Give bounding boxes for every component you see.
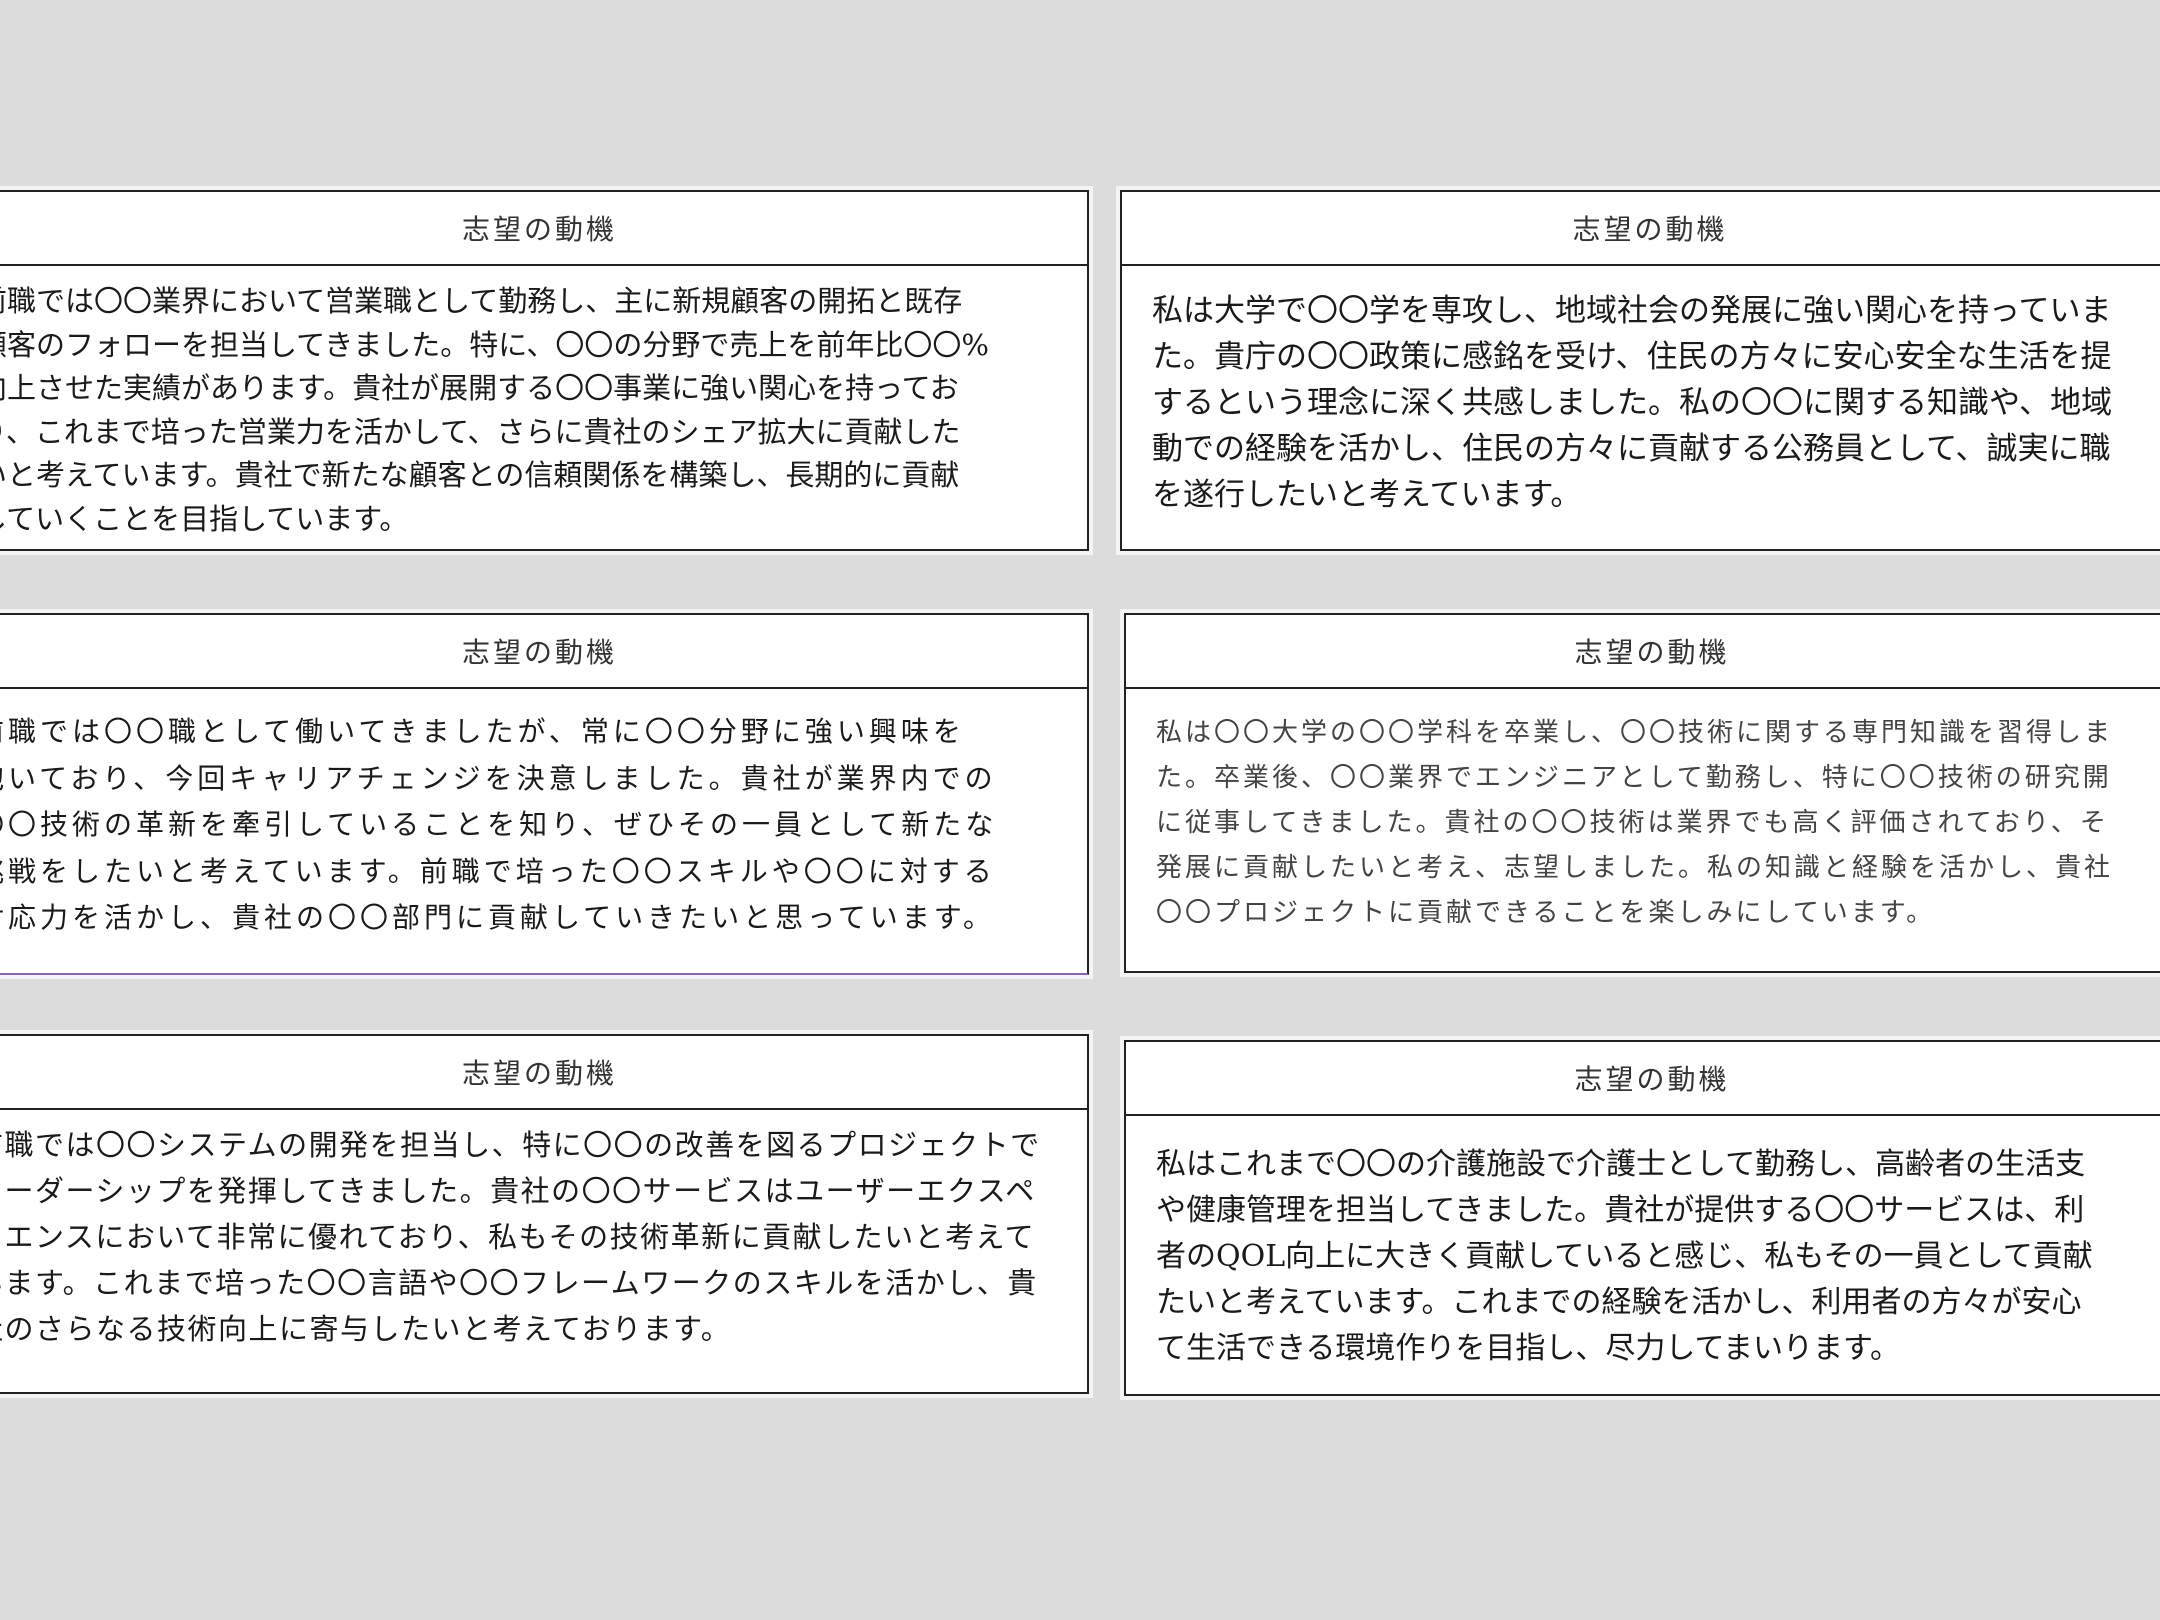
text-line: 抱いており、今回キャリアチェンジを決意しました。貴社が業界内での bbox=[0, 761, 997, 795]
text-line: 発展に貢献したいと考え、志望しました。私の知識と経験を活かし、貴社 bbox=[1156, 853, 2114, 883]
text-line: リエンスにおいて非常に優れており、私もその技術革新に貢献したいと考えて bbox=[0, 1220, 1036, 1254]
card-text: 前職では〇〇システムの開発を担当し、特に〇〇の改善を図るプロジェクトで リーダー… bbox=[0, 1110, 1087, 1352]
text-line: て生活できる環境作りを目指し、尽力してまいります。 bbox=[1156, 1331, 1900, 1366]
text-line: リーダーシップを発揮してきました。貴社の〇〇サービスはユーザーエクスペ bbox=[0, 1174, 1036, 1208]
card-title: 志望の動機 bbox=[1126, 615, 2160, 689]
text-line: 前職では〇〇職として働いてきましたが、常に〇〇分野に強い興味を bbox=[0, 715, 965, 748]
text-line: たいと考えています。これまでの経験を活かし、利用者の方々が安心 bbox=[1156, 1285, 2082, 1320]
card-text: 私は〇〇大学の〇〇学科を卒業し、〇〇技術に関する専門知識を習得しま た。卒業後、… bbox=[1126, 689, 2160, 936]
text-line: 私は大学で〇〇学を専攻し、地域社会の発展に強い関心を持っていま bbox=[1152, 293, 2112, 329]
text-line: 私は〇〇大学の〇〇学科を卒業し、〇〇技術に関する専門知識を習得しま bbox=[1156, 718, 2114, 748]
text-line: いと考えています。貴社で新たな顧客との信頼関係を構築し、長期的に貢献 bbox=[0, 458, 960, 492]
text-line: た。貴庁の〇〇政策に感銘を受け、住民の方々に安心安全な生活を提 bbox=[1152, 339, 2112, 375]
motivation-card-3: 志望の動機 前職では〇〇職として働いてきましたが、常に〇〇分野に強い興味を 抱い… bbox=[0, 613, 1089, 975]
text-line: していくことを目指しています。 bbox=[0, 501, 409, 536]
text-line: 顧客のフォローを担当してきました。特に、〇〇の分野で売上を前年比〇〇% bbox=[0, 327, 989, 362]
card-title: 志望の動機 bbox=[0, 192, 1087, 266]
motivation-card-5: 志望の動機 前職では〇〇システムの開発を担当し、特に〇〇の改善を図るプロジェクト… bbox=[0, 1034, 1089, 1394]
text-line: 私はこれまで〇〇の介護施設で介護士として勤務し、高齢者の生活支 bbox=[1156, 1147, 2086, 1182]
text-line: 〇〇プロジェクトに貢献できることを楽しみにしています。 bbox=[1156, 898, 1936, 928]
card-text: 私は大学で〇〇学を専攻し、地域社会の発展に強い関心を持っていま た。貴庁の〇〇政… bbox=[1122, 266, 2160, 518]
motivation-card-6: 志望の動機 私はこれまで〇〇の介護施設で介護士として勤務し、高齢者の生活支 や健… bbox=[1124, 1040, 2160, 1396]
text-line: います。これまで培った〇〇言語や〇〇フレームワークのスキルを活かし、貴 bbox=[0, 1266, 1038, 1300]
text-line: や健康管理を担当してきました。貴社が提供する〇〇サービスは、利 bbox=[1156, 1193, 2085, 1228]
text-line: 者のQOL向上に大きく貢献していると感じ、私もその一員として貢献 bbox=[1156, 1239, 2093, 1274]
card-text: 前職では〇〇職として働いてきましたが、常に〇〇分野に強い興味を 抱いており、今回… bbox=[0, 689, 1087, 942]
card-title: 志望の動機 bbox=[1126, 1042, 2160, 1116]
text-line: り、これまで培った営業力を活かして、さらに貴社のシェア拡大に貢献した bbox=[0, 414, 961, 449]
text-line: 前職では〇〇システムの開発を担当し、特に〇〇の改善を図るプロジェクトで bbox=[0, 1128, 1041, 1162]
text-line: 前職では〇〇業界において営業職として勤務し、主に新規顧客の開拓と既存 bbox=[0, 284, 963, 318]
text-line: 対応力を活かし、貴社の〇〇部門に貢献していきたいと思っています。 bbox=[0, 901, 995, 934]
text-line: 社のさらなる技術向上に寄与したいと考えております。 bbox=[0, 1312, 732, 1346]
card-text: 私はこれまで〇〇の介護施設で介護士として勤務し、高齢者の生活支 や健康管理を担当… bbox=[1126, 1116, 2160, 1372]
text-line: 向上させた実績があります。貴社が展開する〇〇事業に強い関心を持ってお bbox=[0, 371, 959, 405]
motivation-card-1: 志望の動機 前職では〇〇業界において営業職として勤務し、主に新規顧客の開拓と既存… bbox=[0, 190, 1089, 551]
text-line: 〇〇技術の革新を牽引していることを知り、ぜひその一員として新たな bbox=[0, 808, 998, 841]
text-line: 動での経験を活かし、住民の方々に貢献する公務員として、誠実に職 bbox=[1152, 431, 2111, 467]
text-line: に従事してきました。貴社の〇〇技術は業界でも高く評価されており、そ bbox=[1156, 808, 2109, 838]
text-line: するという理念に深く共感しました。私の〇〇に関する知識や、地域 bbox=[1152, 385, 2113, 421]
card-text: 前職では〇〇業界において営業職として勤務し、主に新規顧客の開拓と既存 顧客のフォ… bbox=[0, 266, 1087, 541]
card-title: 志望の動機 bbox=[1122, 192, 2160, 266]
text-line: 挑戦をしたいと考えています。前職で培った〇〇スキルや〇〇に対する bbox=[0, 854, 996, 888]
card-title: 志望の動機 bbox=[0, 615, 1087, 689]
text-line: た。卒業後、〇〇業界でエンジニアとして勤務し、特に〇〇技術の研究開 bbox=[1156, 763, 2112, 793]
motivation-card-2: 志望の動機 私は大学で〇〇学を専攻し、地域社会の発展に強い関心を持っていま た。… bbox=[1120, 190, 2160, 551]
motivation-card-4: 志望の動機 私は〇〇大学の〇〇学科を卒業し、〇〇技術に関する専門知識を習得しま … bbox=[1124, 613, 2160, 973]
text-line: を遂行したいと考えています。 bbox=[1152, 477, 1582, 513]
card-title: 志望の動機 bbox=[0, 1036, 1087, 1110]
